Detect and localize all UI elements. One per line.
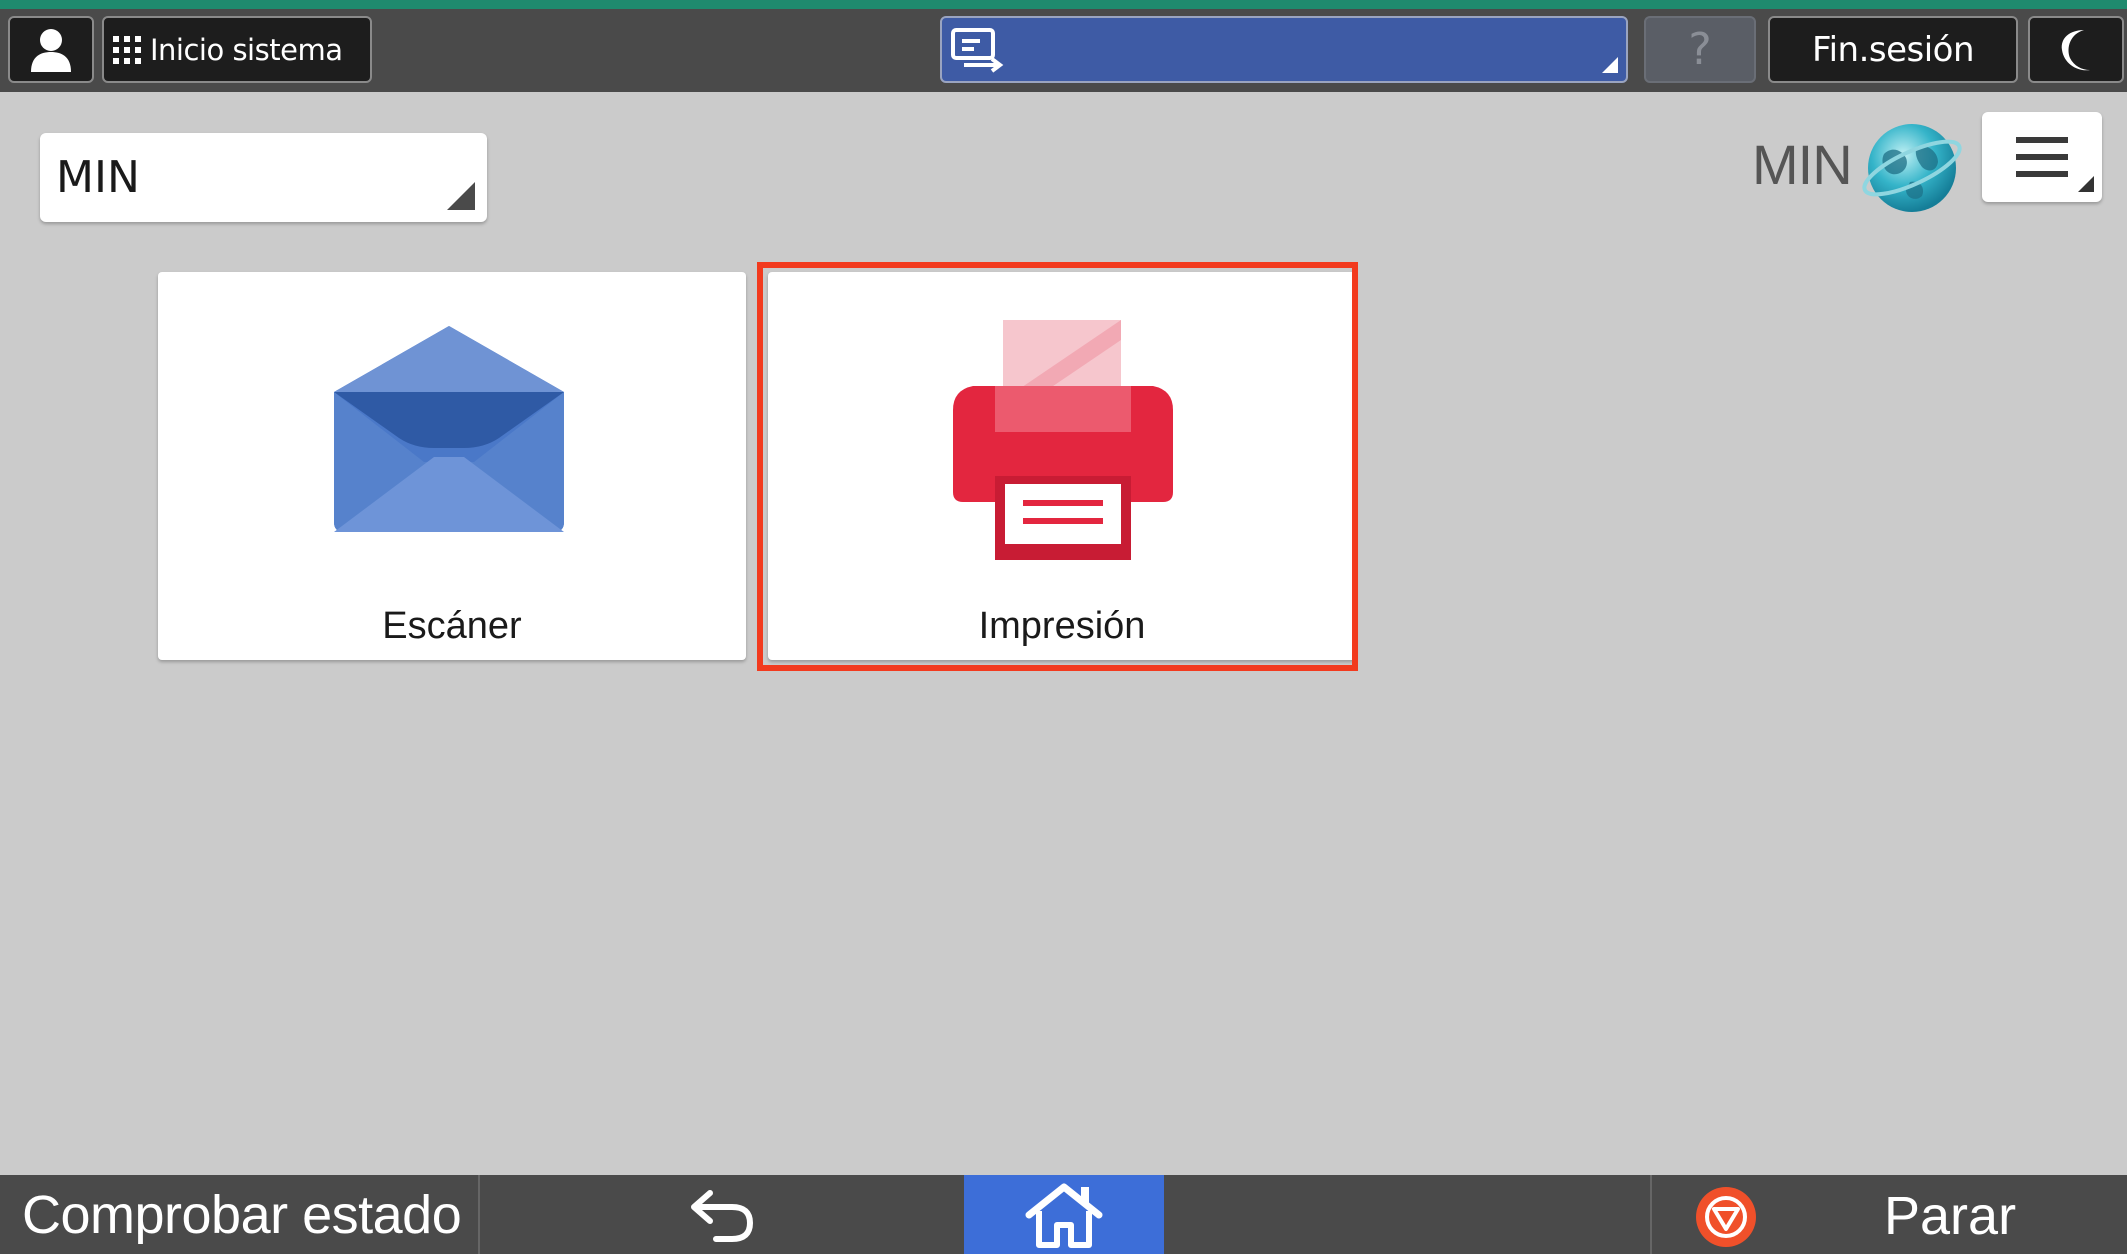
dropdown-corner-icon: [1602, 57, 1618, 73]
back-arrow-icon: [691, 1189, 754, 1242]
brand-name: MIN: [1752, 133, 1853, 196]
stop-icon: [1696, 1187, 1756, 1247]
check-status-button[interactable]: Comprobar estado: [0, 1175, 480, 1254]
home-button[interactable]: [964, 1175, 1164, 1254]
globe-icon: [1862, 124, 1962, 212]
app-tile-scanner[interactable]: Escáner: [158, 272, 746, 660]
profile-dropdown-value: MIN: [56, 152, 140, 203]
user-button[interactable]: [8, 16, 94, 83]
user-icon: [31, 28, 71, 72]
back-button[interactable]: [480, 1175, 964, 1254]
home-system-label: Inicio sistema: [150, 32, 343, 67]
top-accent-strip: [0, 0, 2127, 9]
help-button[interactable]: ?: [1644, 16, 1756, 83]
moon-icon: [2061, 29, 2090, 70]
top-bar: Inicio sistema ? Fin.sesión: [0, 9, 2127, 92]
home-system-button[interactable]: Inicio sistema: [102, 16, 372, 83]
app-tile-label: Impresión: [978, 605, 1146, 647]
profile-dropdown[interactable]: MIN: [40, 133, 487, 222]
multitask-selector[interactable]: [940, 16, 1628, 83]
dropdown-corner-icon: [2078, 176, 2094, 192]
envelope-icon: [334, 326, 564, 532]
bottom-bar: Comprobar estado Parar: [0, 1175, 2127, 1254]
app-tile-print[interactable]: Impresión: [768, 272, 1356, 660]
stop-button[interactable]: Parar: [1650, 1175, 2127, 1254]
app-tile-label: Escáner: [382, 605, 522, 647]
logout-button[interactable]: Fin.sesión: [1768, 16, 2018, 83]
stop-label: Parar: [1884, 1186, 2017, 1246]
printer-icon: [953, 320, 1173, 560]
hamburger-menu-icon: [2016, 137, 2068, 177]
home-icon: [1025, 1183, 1103, 1248]
menu-button[interactable]: [1982, 112, 2102, 202]
screen-switch-icon: [951, 27, 1004, 73]
dropdown-corner-icon: [447, 182, 475, 210]
app-grid-icon: [113, 35, 141, 64]
energy-saver-button[interactable]: [2028, 16, 2124, 83]
